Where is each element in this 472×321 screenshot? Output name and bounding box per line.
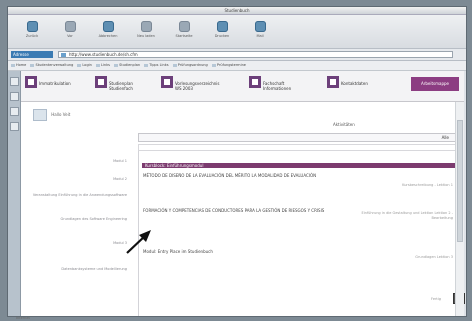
favorite-link[interactable]: Prüfungsordnung xyxy=(173,61,208,70)
favorites-bar: Home Studentenverwaltung Login Links Stu… xyxy=(8,61,466,71)
mail-label: Mail xyxy=(256,34,264,38)
back-button[interactable]: Zurück xyxy=(18,21,46,43)
course-tabstrip: Immatrikulation Studienplan Studienfach … xyxy=(21,71,464,102)
home-label: Startseite xyxy=(175,34,193,38)
left-label: Modul 3 xyxy=(113,241,127,245)
vertical-scrollbar[interactable] xyxy=(455,102,464,316)
favorite-link[interactable]: Login xyxy=(77,61,91,70)
tab-label: Fachschaft Informationen xyxy=(263,81,292,91)
user-icon xyxy=(33,109,47,121)
stop-button[interactable]: Abbrechen xyxy=(94,21,122,43)
mail-icon xyxy=(254,21,266,32)
user-info: Hallo Veit xyxy=(33,109,70,121)
folder-icon xyxy=(95,76,107,88)
left-label: Veranstaltung Einführung in die Anwendun… xyxy=(32,193,127,197)
back-icon xyxy=(26,21,38,32)
favorite-link[interactable]: Links xyxy=(96,61,110,70)
browser-toolbar: Zurück Vor Abbrechen Neu laden Startseit… xyxy=(8,15,466,49)
forward-label: Vor xyxy=(67,34,73,38)
sidebar-button[interactable] xyxy=(9,107,19,116)
scroll-thumb[interactable] xyxy=(457,120,463,242)
left-label: Grundlagen des Software Engineering xyxy=(60,217,128,221)
tab-label: Immatrikulation xyxy=(39,81,71,86)
activities-label: Aktivitäten xyxy=(333,122,355,127)
favorite-link[interactable]: Studentenverwaltung xyxy=(30,61,73,70)
greeting: Hallo xyxy=(51,112,62,117)
tab-label: Studienplan Studienfach xyxy=(109,81,133,91)
sidebar-button[interactable] xyxy=(9,77,19,86)
tab-arbeitsmappe[interactable]: Arbeitsmappe xyxy=(411,77,459,91)
activity-note: Kursbeschreibung - Lektion 1 xyxy=(402,183,453,187)
favorite-link[interactable]: Studienplan xyxy=(114,61,140,70)
forward-button[interactable]: Vor xyxy=(56,21,84,43)
address-bar: Adresse http://www.studienbuch.de/sh.cfm xyxy=(8,49,466,61)
sidebar-button[interactable] xyxy=(9,122,19,131)
reload-button[interactable]: Neu laden xyxy=(132,21,160,43)
filter-select[interactable]: Alle xyxy=(138,133,458,142)
explorer-sidebar xyxy=(8,71,21,316)
print-icon xyxy=(216,21,228,32)
pointer-arrow-icon xyxy=(126,230,151,254)
left-label: Datenbanksysteme und Modellierung xyxy=(61,267,127,271)
left-label: Modul 1 xyxy=(113,159,127,163)
tab-label: Kontaktdaten xyxy=(341,81,368,86)
home-button[interactable]: Startseite xyxy=(170,21,198,43)
tab-label: Vorlesungsverzeichnis WS 2003 xyxy=(175,81,220,91)
page-content: Immatrikulation Studienplan Studienfach … xyxy=(21,71,465,316)
forward-icon xyxy=(64,21,76,32)
sidebar-button[interactable] xyxy=(9,92,19,101)
folder-icon xyxy=(25,76,37,88)
activity-link[interactable]: MÉTODO DE DISEÑO DE LA EVALUACIÓN DEL MÉ… xyxy=(143,173,333,178)
reload-label: Neu laden xyxy=(137,34,155,38)
favorite-link[interactable]: Prüfungstermine xyxy=(212,61,246,70)
print-button[interactable]: Drucken xyxy=(208,21,236,43)
select-value: Alle xyxy=(441,135,449,140)
left-label: Modul 2 xyxy=(113,177,127,181)
home-icon xyxy=(178,21,190,32)
search-row[interactable] xyxy=(138,144,458,151)
favorite-link[interactable]: Home xyxy=(11,61,26,70)
folder-icon xyxy=(161,76,173,88)
stop-label: Abbrechen xyxy=(98,34,118,38)
section-header: Kursblock: Einführungsmodul xyxy=(142,163,456,168)
back-label: Zurück xyxy=(25,34,39,38)
user-name: Veit xyxy=(62,112,71,117)
window-title: Studienbuch xyxy=(224,8,250,13)
activity-note: Einführung in die Gestaltung und Lektion… xyxy=(361,211,453,220)
title-bar: Studienbuch xyxy=(8,7,466,15)
status-bar: Internet xyxy=(16,316,30,320)
url-text: http://www.studienbuch.de/sh.cfm xyxy=(69,52,138,57)
folder-icon xyxy=(249,76,261,88)
mail-button[interactable]: Mail xyxy=(246,21,274,43)
activity-link[interactable]: Modul: Entry Place im Studienbuch xyxy=(143,249,333,254)
address-label: Adresse xyxy=(11,51,53,58)
print-label: Drucken xyxy=(214,34,230,38)
folder-icon xyxy=(327,76,339,88)
activity-note: Grundlagen Lektion 3 xyxy=(415,255,453,259)
footer-label: Fertig xyxy=(431,297,441,301)
activity-link[interactable]: FORMACIÓN Y COMPETENCIAS DE CONDUCTORES … xyxy=(143,208,333,213)
reload-icon xyxy=(140,21,152,32)
page-icon xyxy=(61,53,66,57)
stop-icon xyxy=(102,21,114,32)
favorite-link[interactable]: Tipps Links xyxy=(144,61,168,70)
url-field[interactable]: http://www.studienbuch.de/sh.cfm xyxy=(58,51,453,58)
browser-window: Studienbuch Zurück Vor Abbrechen Neu lad… xyxy=(7,6,467,317)
